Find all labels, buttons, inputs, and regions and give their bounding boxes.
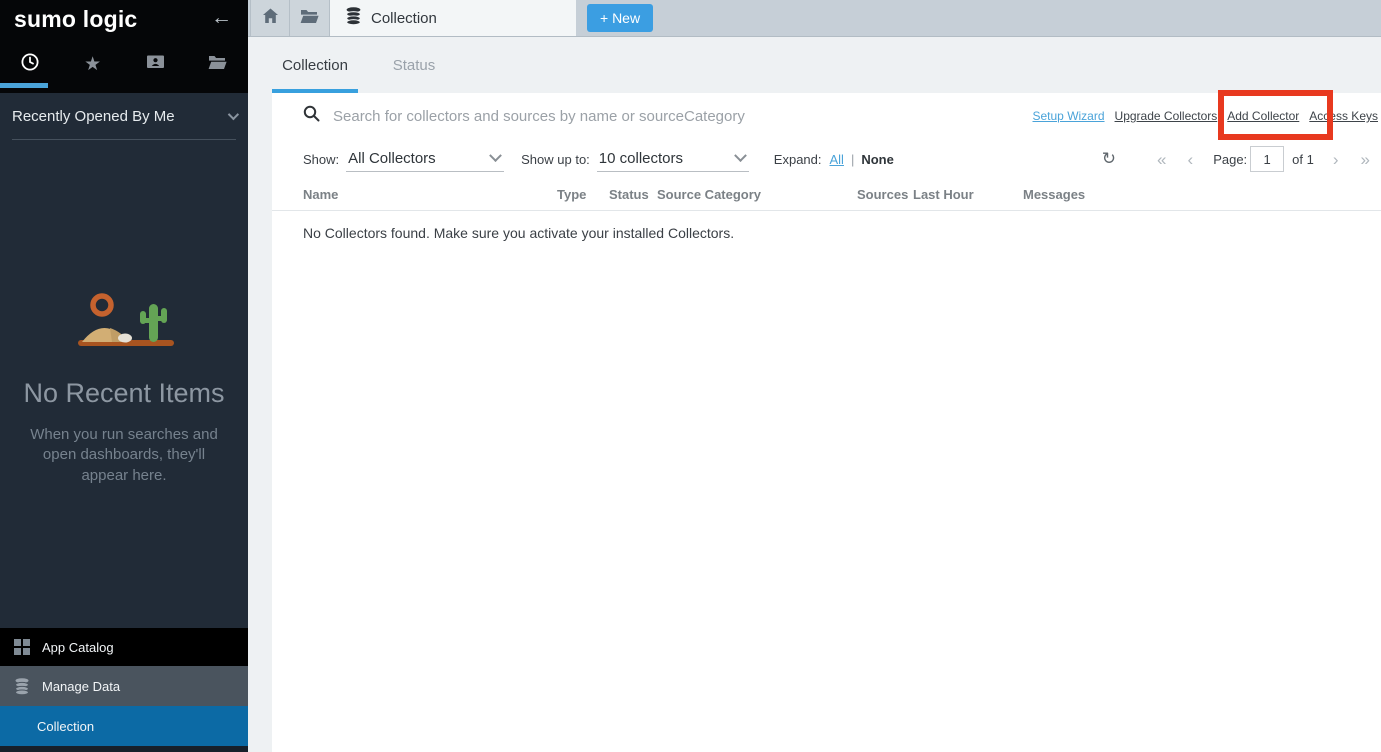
expand-controls: Expand: All | None: [774, 152, 894, 167]
upgrade-collectors-link[interactable]: Upgrade Collectors: [1115, 109, 1218, 123]
prev-page-icon[interactable]: ‹: [1188, 151, 1194, 168]
recently-opened-dropdown[interactable]: Recently Opened By Me: [12, 93, 236, 140]
sumo-logic-logo: sumo logic: [14, 6, 137, 33]
last-page-icon[interactable]: »: [1361, 151, 1370, 168]
column-header-status[interactable]: Status: [609, 187, 649, 202]
library-tab-button[interactable]: [290, 0, 330, 36]
limit-dropdown[interactable]: 10 collectors: [597, 146, 749, 172]
sidebar-active-tab-indicator: [0, 83, 48, 88]
sidebar-icon-tabs: ★: [0, 40, 248, 88]
open-folder-icon: [208, 54, 227, 75]
column-header-sources[interactable]: Sources: [857, 187, 908, 202]
database-icon: [345, 7, 362, 29]
show-filter-dropdown[interactable]: All Collectors: [346, 146, 504, 172]
collection-panel: Setup Wizard Upgrade Collectors Add Coll…: [272, 93, 1381, 752]
expand-label: Expand:: [774, 152, 822, 167]
sidebar-bottom-strip: [0, 746, 248, 752]
column-header-name[interactable]: Name: [303, 187, 338, 202]
sidebar-item-collection[interactable]: Collection: [0, 706, 248, 746]
chevron-down-icon: [489, 149, 502, 162]
sidebar-tab-folders[interactable]: [198, 44, 238, 84]
setup-wizard-link[interactable]: Setup Wizard: [1033, 109, 1105, 123]
new-button[interactable]: + New: [587, 4, 653, 32]
expand-separator: |: [851, 152, 854, 167]
page-label: Page:: [1213, 152, 1247, 167]
no-recent-items-message: When you run searches and open dashboard…: [0, 425, 248, 486]
sidebar-bottom-nav: App Catalog Manage Data Collection: [0, 628, 248, 746]
limit-value: 10 collectors: [597, 150, 683, 167]
next-page-icon[interactable]: ›: [1333, 151, 1339, 168]
sidebar-item-manage-data[interactable]: Manage Data: [0, 666, 248, 706]
no-recent-items-title: No Recent Items: [0, 378, 248, 409]
sidebar-item-label: Manage Data: [42, 679, 120, 694]
sidebar-tab-library[interactable]: [135, 44, 175, 84]
star-icon: ★: [84, 53, 101, 76]
sidebar-tab-recents[interactable]: [10, 44, 50, 84]
collectors-table-header: Name Type Status Source Category Sources…: [272, 179, 1381, 211]
no-collectors-message: No Collectors found. Make sure you activ…: [272, 211, 1381, 241]
grid-icon: [14, 639, 32, 655]
access-keys-link[interactable]: Access Keys: [1309, 109, 1378, 123]
chevron-down-icon: [734, 149, 747, 162]
home-icon: [262, 8, 279, 29]
expand-none-link[interactable]: None: [861, 152, 894, 167]
open-folder-icon: [300, 8, 319, 29]
desert-illustration: [64, 290, 184, 356]
filter-row: Show: All Collectors Show up to: 10 coll…: [272, 139, 1381, 179]
doc-tab-label: Collection: [371, 10, 437, 27]
show-label: Show:: [303, 152, 339, 167]
home-button[interactable]: [250, 0, 290, 36]
tab-collection-document[interactable]: Collection: [330, 0, 576, 36]
sidebar-tab-favorites[interactable]: ★: [73, 44, 113, 84]
recently-opened-label: Recently Opened By Me: [12, 108, 175, 125]
main-area: Collection + New Collection Status Setup…: [248, 0, 1381, 752]
sidebar-item-app-catalog[interactable]: App Catalog: [0, 628, 248, 666]
page-of-text: of 1: [1292, 152, 1314, 167]
quick-links: Setup Wizard Upgrade Collectors Add Coll…: [1033, 109, 1381, 123]
sidebar: sumo logic ← ★: [0, 0, 248, 752]
page-tabs: Collection Status: [248, 37, 1381, 93]
add-collector-link[interactable]: Add Collector: [1227, 109, 1299, 123]
sidebar-item-label: Collection: [37, 719, 94, 734]
column-header-last-hour[interactable]: Last Hour: [913, 187, 974, 202]
search-input[interactable]: [333, 108, 1033, 125]
chevron-down-icon: [228, 109, 239, 120]
tab-label: Status: [393, 57, 436, 74]
document-tab-strip: Collection + New: [248, 0, 1381, 37]
clock-icon: [20, 52, 40, 77]
tab-collection[interactable]: Collection: [272, 37, 358, 93]
pagination: ↻ « ‹ Page: of 1 › »: [1102, 146, 1381, 172]
tab-status[interactable]: Status: [386, 37, 442, 93]
sidebar-header: sumo logic ← ★: [0, 0, 248, 93]
library-icon: [146, 53, 165, 75]
first-page-icon[interactable]: «: [1157, 151, 1166, 168]
expand-all-link[interactable]: All: [830, 152, 844, 167]
limit-label: Show up to:: [521, 152, 590, 167]
column-header-type[interactable]: Type: [557, 187, 586, 202]
column-header-source-category[interactable]: Source Category: [657, 187, 761, 202]
page-number-input[interactable]: [1250, 146, 1284, 172]
app-window: sumo logic ← ★: [0, 0, 1381, 752]
database-icon: [14, 678, 32, 695]
sidebar-item-label: App Catalog: [42, 640, 114, 655]
search-row: Setup Wizard Upgrade Collectors Add Coll…: [272, 93, 1381, 139]
search-icon: [303, 105, 320, 127]
refresh-icon[interactable]: ↻: [1102, 149, 1116, 169]
collapse-sidebar-icon[interactable]: ←: [211, 6, 232, 30]
show-filter-value: All Collectors: [346, 150, 436, 167]
sidebar-empty-state: No Recent Items When you run searches an…: [0, 290, 248, 486]
column-header-messages[interactable]: Messages: [1023, 187, 1085, 202]
tab-label: Collection: [282, 57, 348, 74]
